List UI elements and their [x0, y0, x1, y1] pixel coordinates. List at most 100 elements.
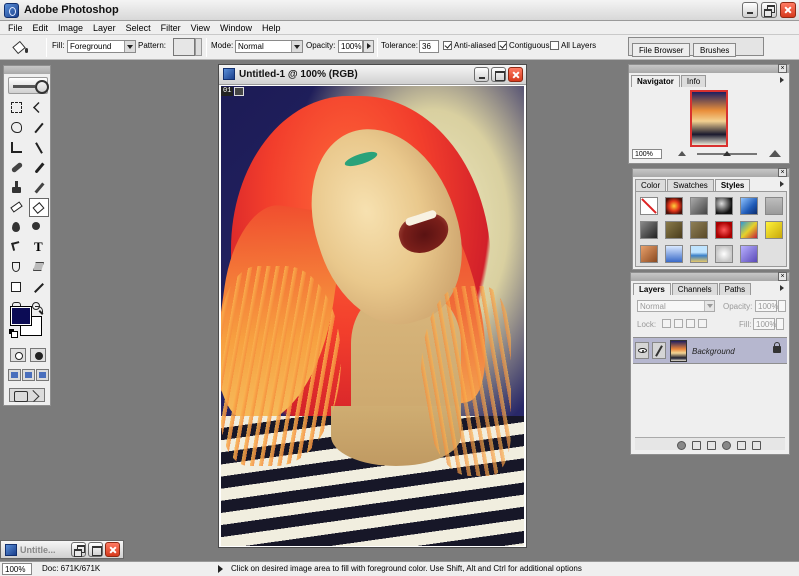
- image-canvas[interactable]: [221, 86, 524, 546]
- style-swatch[interactable]: [740, 197, 758, 215]
- eraser-tool[interactable]: [7, 198, 27, 217]
- navigator-thumbnail[interactable]: [690, 90, 728, 147]
- close-icon[interactable]: ×: [778, 64, 787, 73]
- style-swatch[interactable]: [690, 197, 708, 215]
- notes-tool[interactable]: [7, 278, 27, 297]
- tab-styles[interactable]: Styles: [714, 179, 751, 191]
- path-selection-tool[interactable]: [7, 238, 27, 257]
- status-zoom-input[interactable]: 100%: [2, 563, 32, 575]
- dodge-tool[interactable]: [29, 218, 49, 237]
- opacity-input[interactable]: 100%: [338, 40, 363, 53]
- layer-opacity-input[interactable]: 100%: [755, 300, 778, 312]
- palette-title-bar[interactable]: ×: [629, 64, 789, 73]
- layer-thumbnail[interactable]: [670, 340, 687, 362]
- document-size-readout[interactable]: Doc: 671K/671K: [42, 564, 100, 573]
- quick-mask-mode-button[interactable]: [30, 348, 46, 362]
- add-mask-icon[interactable]: [691, 440, 701, 450]
- layer-opacity-slider-button[interactable]: [778, 300, 786, 312]
- palette-title-bar[interactable]: ×: [631, 272, 789, 281]
- clone-stamp-tool[interactable]: [7, 178, 27, 197]
- maximize-button[interactable]: [88, 542, 103, 557]
- default-colors-icon[interactable]: [9, 329, 18, 338]
- minimize-button[interactable]: [742, 2, 758, 18]
- type-tool[interactable]: T: [29, 238, 49, 257]
- slice-tool[interactable]: [29, 138, 49, 157]
- close-icon[interactable]: ×: [778, 168, 787, 177]
- restore-button[interactable]: [71, 542, 86, 557]
- new-layer-icon[interactable]: [736, 440, 746, 450]
- style-swatch[interactable]: [765, 221, 783, 239]
- file-browser-tab[interactable]: File Browser: [632, 43, 691, 57]
- status-menu-arrow-icon[interactable]: [218, 565, 227, 573]
- pattern-swatch[interactable]: [173, 38, 195, 56]
- style-swatch[interactable]: [690, 221, 708, 239]
- opacity-slider-button[interactable]: [363, 40, 374, 53]
- tab-paths[interactable]: Paths: [718, 283, 752, 295]
- full-screen-mode-button[interactable]: [36, 369, 49, 381]
- style-swatch[interactable]: [665, 245, 683, 263]
- blur-tool[interactable]: [7, 218, 27, 237]
- foreground-color-swatch[interactable]: [10, 306, 32, 326]
- menu-view[interactable]: View: [186, 23, 215, 33]
- trash-icon[interactable]: [751, 440, 761, 450]
- style-swatch[interactable]: [715, 197, 733, 215]
- style-swatch[interactable]: [765, 197, 783, 215]
- paint-bucket-tool[interactable]: [29, 198, 49, 217]
- zoom-slider-knob[interactable]: [723, 150, 731, 156]
- history-brush-tool[interactable]: [29, 178, 49, 197]
- close-icon[interactable]: ×: [778, 272, 787, 281]
- move-tool[interactable]: [29, 98, 49, 117]
- layer-link-toggle[interactable]: [652, 342, 666, 359]
- menu-window[interactable]: Window: [215, 23, 257, 33]
- menu-edit[interactable]: Edit: [28, 23, 54, 33]
- style-swatch[interactable]: [740, 221, 758, 239]
- fill-opacity-input[interactable]: 100%: [753, 318, 776, 330]
- lock-transparency-icon[interactable]: [662, 319, 671, 328]
- standard-screen-mode-button[interactable]: [8, 369, 21, 381]
- custom-shape-tool[interactable]: [29, 258, 49, 277]
- blend-mode-select[interactable]: Normal: [637, 300, 715, 312]
- palette-menu-icon[interactable]: [777, 76, 787, 86]
- menu-select[interactable]: Select: [121, 23, 156, 33]
- tab-channels[interactable]: Channels: [671, 283, 718, 295]
- tolerance-input[interactable]: 36: [419, 40, 439, 53]
- zoom-in-icon[interactable]: [769, 150, 783, 158]
- document-title-bar[interactable]: Untitled-1 @ 100% (RGB): [219, 65, 526, 85]
- menu-file[interactable]: File: [3, 23, 28, 33]
- layer-row-background[interactable]: Background: [633, 337, 787, 364]
- style-swatch[interactable]: [715, 245, 733, 263]
- marquee-tool[interactable]: [7, 98, 27, 117]
- none-style-icon[interactable]: [640, 197, 658, 215]
- standard-mode-button[interactable]: [10, 348, 26, 362]
- new-set-icon[interactable]: [706, 440, 716, 450]
- style-swatch[interactable]: [740, 245, 758, 263]
- navigator-zoom-input[interactable]: 100%: [632, 149, 662, 159]
- brushes-tab[interactable]: Brushes: [693, 43, 737, 57]
- layer-style-icon[interactable]: [676, 440, 686, 450]
- style-swatch[interactable]: [640, 221, 658, 239]
- brush-tool[interactable]: [29, 158, 49, 177]
- lock-image-icon[interactable]: [674, 319, 683, 328]
- document-close-button[interactable]: [508, 67, 523, 82]
- menu-layer[interactable]: Layer: [88, 23, 121, 33]
- layer-name[interactable]: Background: [692, 347, 735, 356]
- style-swatch[interactable]: [640, 245, 658, 263]
- palette-menu-icon[interactable]: [777, 284, 787, 294]
- pen-tool[interactable]: [7, 258, 27, 277]
- close-button[interactable]: [105, 542, 120, 557]
- tab-info[interactable]: Info: [680, 75, 707, 87]
- jump-to-imageready-button[interactable]: [9, 388, 45, 402]
- minimized-document-window[interactable]: Untitle...: [0, 540, 124, 559]
- fill-opacity-slider-button[interactable]: [776, 318, 784, 330]
- menu-filter[interactable]: Filter: [156, 23, 186, 33]
- adobe-online-button[interactable]: [8, 77, 49, 94]
- tab-swatches[interactable]: Swatches: [667, 179, 714, 191]
- style-swatch[interactable]: [665, 197, 683, 215]
- magic-wand-tool[interactable]: [29, 118, 49, 137]
- restore-button[interactable]: [761, 2, 777, 18]
- adjustment-layer-icon[interactable]: [721, 440, 731, 450]
- lock-position-icon[interactable]: [686, 319, 695, 328]
- lasso-tool[interactable]: [7, 118, 27, 137]
- close-button[interactable]: [780, 2, 796, 18]
- eyedropper-tool[interactable]: [29, 278, 49, 297]
